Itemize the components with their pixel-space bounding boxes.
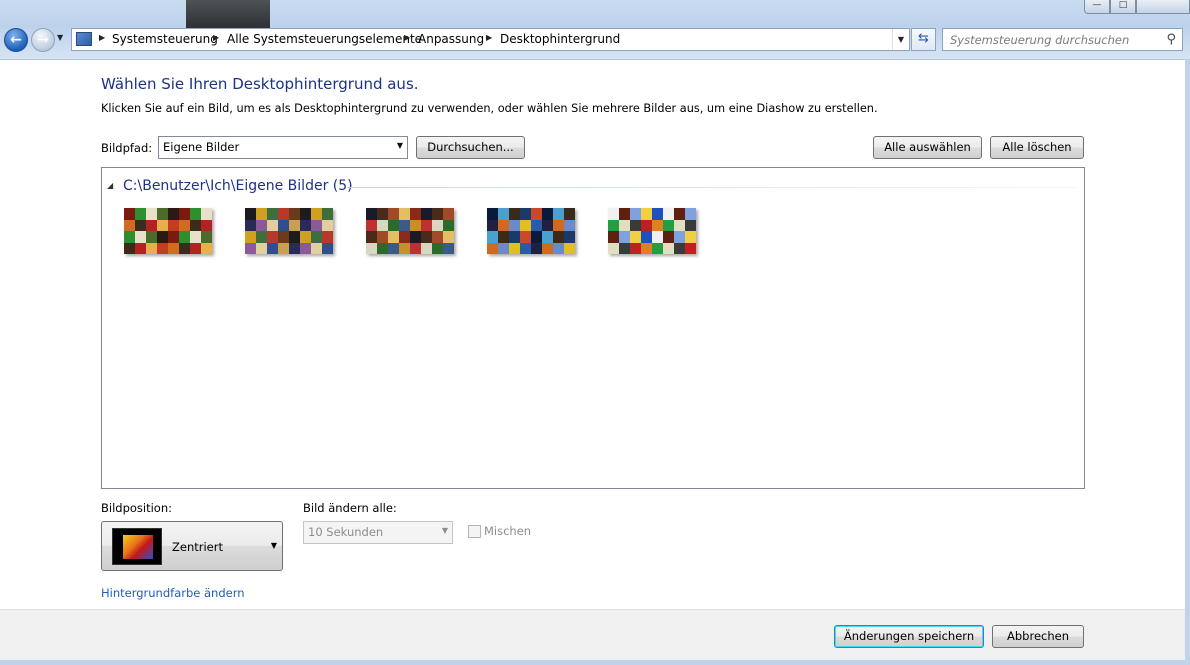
- dialog-footer: Änderungen speichern Abbrechen: [0, 609, 1190, 665]
- forward-button[interactable]: →: [31, 28, 55, 52]
- search-box[interactable]: Systemsteuerung durchsuchen ⚲: [942, 28, 1183, 51]
- shuffle-checkbox[interactable]: [468, 525, 481, 538]
- window-titlebar: — □ ← → ▼ ▶ Systemsteuerung ▶ Alle Syste…: [0, 0, 1190, 59]
- wallpaper-thumbnail[interactable]: [245, 208, 333, 254]
- chevron-down-icon: ▼: [396, 141, 403, 150]
- forward-arrow-icon: →: [37, 32, 49, 48]
- main-panel: Wählen Sie Ihren Desktophintergrund aus.…: [0, 59, 1190, 609]
- select-all-button[interactable]: Alle auswählen: [873, 136, 982, 159]
- position-label: Bildposition:: [101, 501, 173, 515]
- path-dropdown[interactable]: Eigene Bilder ▼: [158, 136, 408, 159]
- interval-dropdown[interactable]: 10 Sekunden ▼: [303, 521, 453, 544]
- interval-label: Bild ändern alle:: [303, 501, 397, 515]
- back-button[interactable]: ←: [4, 28, 28, 52]
- page-description: Klicken Sie auf ein Bild, um es als Desk…: [101, 102, 878, 115]
- window-frame-right: [1185, 59, 1190, 665]
- search-icon[interactable]: ⚲: [1166, 32, 1176, 47]
- group-divider: [347, 187, 1077, 188]
- recent-pages-dropdown[interactable]: ▼: [57, 33, 63, 42]
- interval-value: 10 Sekunden: [308, 525, 384, 539]
- address-bar[interactable]: ▶ Systemsteuerung ▶ Alle Systemsteuerung…: [71, 28, 910, 51]
- gallery-group-header[interactable]: ◢ C:\Benutzer\Ich\Eigene Bilder (5): [107, 178, 1077, 196]
- page-title: Wählen Sie Ihren Desktophintergrund aus.: [101, 75, 419, 93]
- position-preview-image: [112, 528, 162, 565]
- breadcrumb-separator-icon[interactable]: ▶: [404, 33, 410, 42]
- cancel-button[interactable]: Abbrechen: [992, 625, 1084, 648]
- clear-all-button[interactable]: Alle löschen: [990, 136, 1084, 159]
- gallery-group-title: C:\Benutzer\Ich\Eigene Bilder (5): [123, 178, 353, 194]
- shuffle-label[interactable]: Mischen: [484, 524, 531, 538]
- wallpaper-thumbnail[interactable]: [608, 208, 696, 254]
- chevron-down-icon: ▼: [441, 526, 448, 535]
- save-changes-button[interactable]: Änderungen speichern: [834, 625, 984, 648]
- maximize-button[interactable]: □: [1110, 0, 1136, 14]
- refresh-button[interactable]: ⇆: [911, 28, 936, 51]
- breadcrumb-all-items[interactable]: Alle Systemsteuerungselemente: [227, 32, 422, 47]
- path-dropdown-value: Eigene Bilder: [163, 140, 240, 154]
- minimize-button[interactable]: —: [1084, 0, 1110, 14]
- breadcrumb-anpassung[interactable]: Anpassung: [418, 32, 484, 47]
- background-window-peek: [186, 0, 270, 30]
- close-button[interactable]: [1136, 0, 1190, 14]
- collapse-triangle-icon[interactable]: ◢: [107, 181, 113, 190]
- breadcrumb-desktophintergrund[interactable]: Desktophintergrund: [500, 32, 620, 47]
- breadcrumb-separator-icon[interactable]: ▶: [99, 33, 105, 42]
- breadcrumb-separator-icon[interactable]: ▶: [213, 33, 219, 42]
- address-dropdown-icon[interactable]: ▼: [892, 29, 909, 50]
- path-label: Bildpfad:: [101, 141, 153, 155]
- picture-position-dropdown[interactable]: Zentriert ▼: [101, 521, 283, 571]
- search-input[interactable]: Systemsteuerung durchsuchen: [950, 33, 1129, 47]
- chevron-down-icon: ▼: [270, 541, 277, 550]
- window-frame-bottom: [0, 660, 1190, 665]
- breadcrumb-separator-icon[interactable]: ▶: [486, 33, 492, 42]
- control-panel-icon: [76, 32, 92, 46]
- back-arrow-icon: ←: [10, 32, 22, 48]
- background-color-link[interactable]: Hintergrundfarbe ändern: [101, 586, 245, 600]
- position-value: Zentriert: [172, 540, 223, 554]
- image-gallery[interactable]: ◢ C:\Benutzer\Ich\Eigene Bilder (5): [101, 167, 1085, 489]
- browse-button[interactable]: Durchsuchen...: [416, 136, 525, 159]
- wallpaper-thumbnail[interactable]: [487, 208, 575, 254]
- breadcrumb-systemsteuerung[interactable]: Systemsteuerung: [112, 32, 218, 47]
- refresh-icon: ⇆: [918, 31, 929, 46]
- wallpaper-thumbnail[interactable]: [366, 208, 454, 254]
- wallpaper-thumbnail[interactable]: [124, 208, 212, 254]
